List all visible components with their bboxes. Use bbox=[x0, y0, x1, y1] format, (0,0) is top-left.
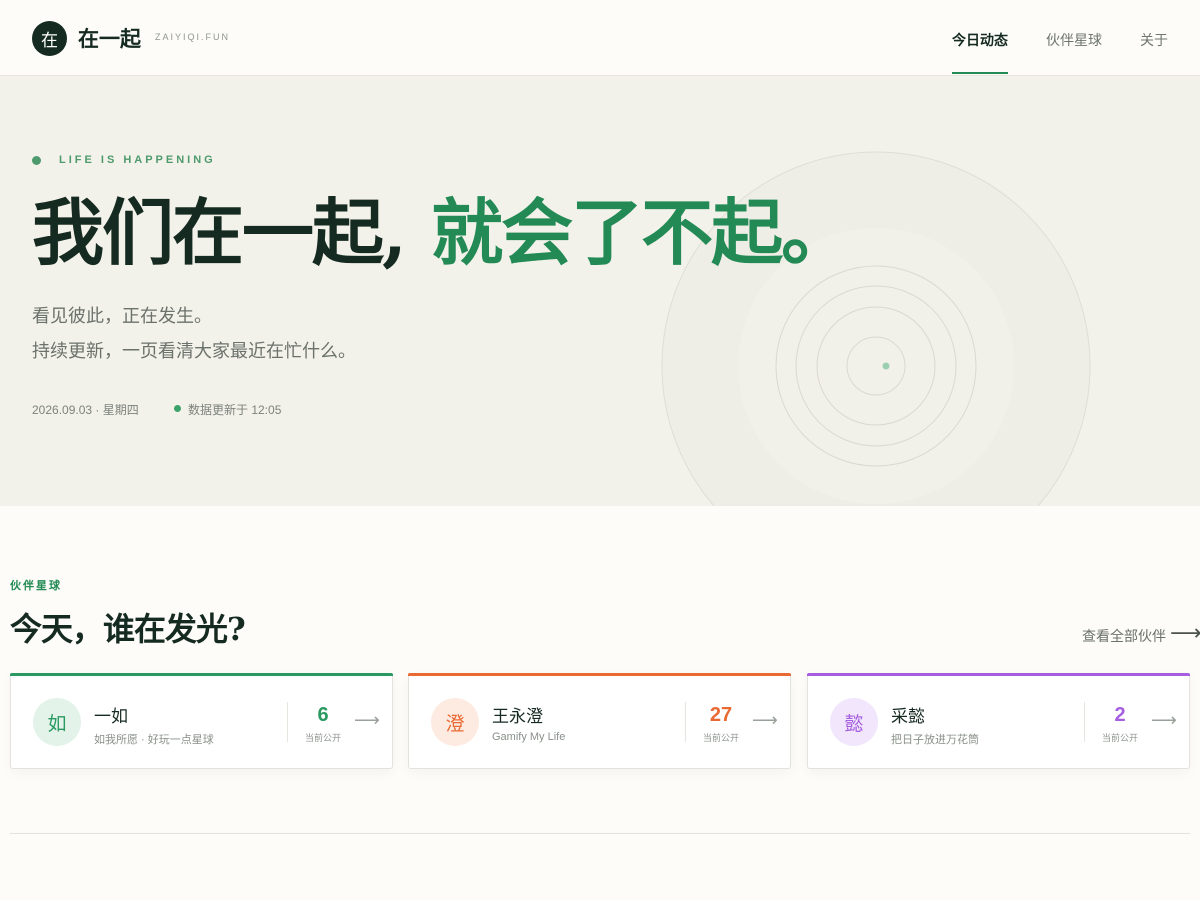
top-bar: 在 在一起 ZAIYIQI.FUN 今日动态 伙伴星球 关于 bbox=[0, 0, 1200, 76]
logo-badge[interactable]: 在 bbox=[32, 21, 67, 56]
section-divider bbox=[10, 833, 1190, 834]
eyebrow-dot-icon bbox=[32, 156, 41, 165]
card-divider bbox=[287, 702, 288, 742]
partner-name: 采懿 bbox=[891, 707, 925, 727]
card-accent-bar bbox=[10, 673, 393, 676]
partner-description: Gamify My Life bbox=[492, 731, 566, 743]
arrow-right-icon[interactable]: ⟶ bbox=[1170, 620, 1200, 646]
hero-headline: 我们在一起, 就会了不起。 bbox=[32, 188, 853, 278]
card-accent-bar bbox=[408, 673, 791, 676]
card-accent-bar bbox=[807, 673, 1190, 676]
partner-name: 王永澄 bbox=[492, 707, 543, 727]
avatar: 如 bbox=[33, 698, 81, 746]
section-title: 今天，谁在发光? bbox=[10, 610, 246, 648]
live-status-dot-icon bbox=[174, 405, 181, 412]
partner-card[interactable]: 如 一如 如我所愿 · 好玩一点星球 6 当前公开 ⟶ bbox=[10, 673, 393, 769]
nav-about[interactable]: 关于 bbox=[1140, 30, 1168, 50]
headline-part-2: 就会了不起。 bbox=[431, 190, 853, 275]
card-divider bbox=[685, 702, 686, 742]
partner-name: 一如 bbox=[94, 707, 128, 727]
partner-description: 如我所愿 · 好玩一点星球 bbox=[94, 734, 214, 746]
nav-partners[interactable]: 伙伴星球 bbox=[1046, 30, 1102, 50]
hero-section: LIFE IS HAPPENING 我们在一起, 就会了不起。 看见彼此，正在发生… bbox=[0, 76, 1200, 506]
hero-eyebrow: LIFE IS HAPPENING bbox=[59, 154, 216, 166]
avatar: 懿 bbox=[830, 698, 878, 746]
hero-subline-2: 持续更新，一页看清大家最近在忙什么。 bbox=[32, 341, 356, 362]
public-count: 6 bbox=[317, 704, 329, 726]
section-eyebrow: 伙伴星球 bbox=[10, 580, 62, 592]
nav-active-indicator bbox=[952, 72, 1008, 74]
avatar: 澄 bbox=[431, 698, 479, 746]
headline-part-1: 我们在一起, bbox=[32, 190, 407, 275]
partner-card[interactable]: 澄 王永澄 Gamify My Life 27 当前公开 ⟶ bbox=[408, 673, 791, 769]
public-count: 27 bbox=[709, 704, 733, 726]
concentric-rings-decoration bbox=[661, 151, 1091, 506]
partner-description: 把日子放进万花筒 bbox=[891, 734, 979, 746]
hero-date: 2026.09.03 · 星期四 bbox=[32, 403, 139, 417]
public-count-label: 当前公开 bbox=[1101, 733, 1138, 743]
public-count-label: 当前公开 bbox=[702, 733, 739, 743]
arrow-right-icon[interactable]: ⟶ bbox=[354, 710, 380, 731]
public-count: 2 bbox=[1114, 704, 1126, 726]
hero-updated-time: 数据更新于 12:05 bbox=[188, 403, 282, 417]
public-count-label: 当前公开 bbox=[304, 733, 341, 743]
site-name[interactable]: 在一起 bbox=[78, 23, 141, 53]
view-all-partners-link[interactable]: 查看全部伙伴 bbox=[1082, 626, 1166, 646]
nav-today[interactable]: 今日动态 bbox=[952, 30, 1008, 50]
partner-card[interactable]: 懿 采懿 把日子放进万花筒 2 当前公开 ⟶ bbox=[807, 673, 1190, 769]
arrow-right-icon[interactable]: ⟶ bbox=[752, 710, 778, 731]
site-domain: ZAIYIQI.FUN bbox=[155, 32, 231, 42]
arrow-right-icon[interactable]: ⟶ bbox=[1151, 710, 1177, 731]
hero-subline-1: 看见彼此，正在发生。 bbox=[32, 306, 212, 327]
card-divider bbox=[1084, 702, 1085, 742]
